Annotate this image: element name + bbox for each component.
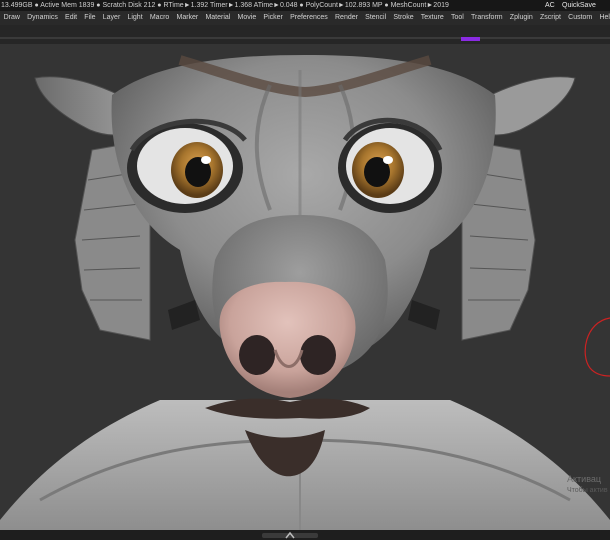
shelf-divider <box>0 37 610 39</box>
activation-watermark-subtitle: Чтобы актив <box>567 487 608 494</box>
quicksave-button[interactable]: QuickSave <box>562 0 596 11</box>
sculpt-canvas[interactable] <box>0 44 610 530</box>
menu-item-stencil[interactable]: Stencil <box>362 11 390 25</box>
status-text: 13.499GB ● Active Mem 1839 ● Scratch Dis… <box>1 2 449 9</box>
menu-item-file[interactable]: File <box>81 11 99 25</box>
menu-item-movie[interactable]: Movie <box>234 11 260 25</box>
active-tab-indicator <box>461 37 480 41</box>
menu-item-edit[interactable]: Edit <box>61 11 80 25</box>
menu-item-preferences[interactable]: Preferences <box>286 11 331 25</box>
menu-item-transform[interactable]: Transform <box>467 11 506 25</box>
menu-item-material[interactable]: Material <box>202 11 234 25</box>
menu-item-layer[interactable]: Layer <box>99 11 124 25</box>
menu-item-help[interactable]: Help <box>596 11 610 25</box>
top-shelf <box>0 25 610 44</box>
menu-item-zplugin[interactable]: Zplugin <box>506 11 536 25</box>
menu-item-light[interactable]: Light <box>124 11 146 25</box>
menu-item-texture[interactable]: Texture <box>417 11 447 25</box>
menu-item-stroke[interactable]: Stroke <box>390 11 417 25</box>
menu-item-dynamics[interactable]: Dynamics <box>24 11 62 25</box>
status-bar: 13.499GB ● Active Mem 1839 ● Scratch Dis… <box>0 0 610 11</box>
chevron-up-icon[interactable] <box>284 531 296 540</box>
menu-item-marker[interactable]: Marker <box>173 11 202 25</box>
activation-watermark-title: Активац <box>567 474 602 484</box>
menu-bar: Draw Dynamics Edit File Layer Light Macr… <box>0 11 610 25</box>
menu-item-zscript[interactable]: Zscript <box>536 11 564 25</box>
menu-item-picker[interactable]: Picker <box>260 11 287 25</box>
ac-button[interactable]: AC <box>545 0 555 11</box>
menu-item-tool[interactable]: Tool <box>447 11 467 25</box>
menu-item-custom[interactable]: Custom <box>565 11 596 25</box>
menu-item-render[interactable]: Render <box>331 11 361 25</box>
document-viewport[interactable] <box>0 44 610 530</box>
menu-item-draw[interactable]: Draw <box>0 11 24 25</box>
menu-item-macro[interactable]: Macro <box>146 11 173 25</box>
